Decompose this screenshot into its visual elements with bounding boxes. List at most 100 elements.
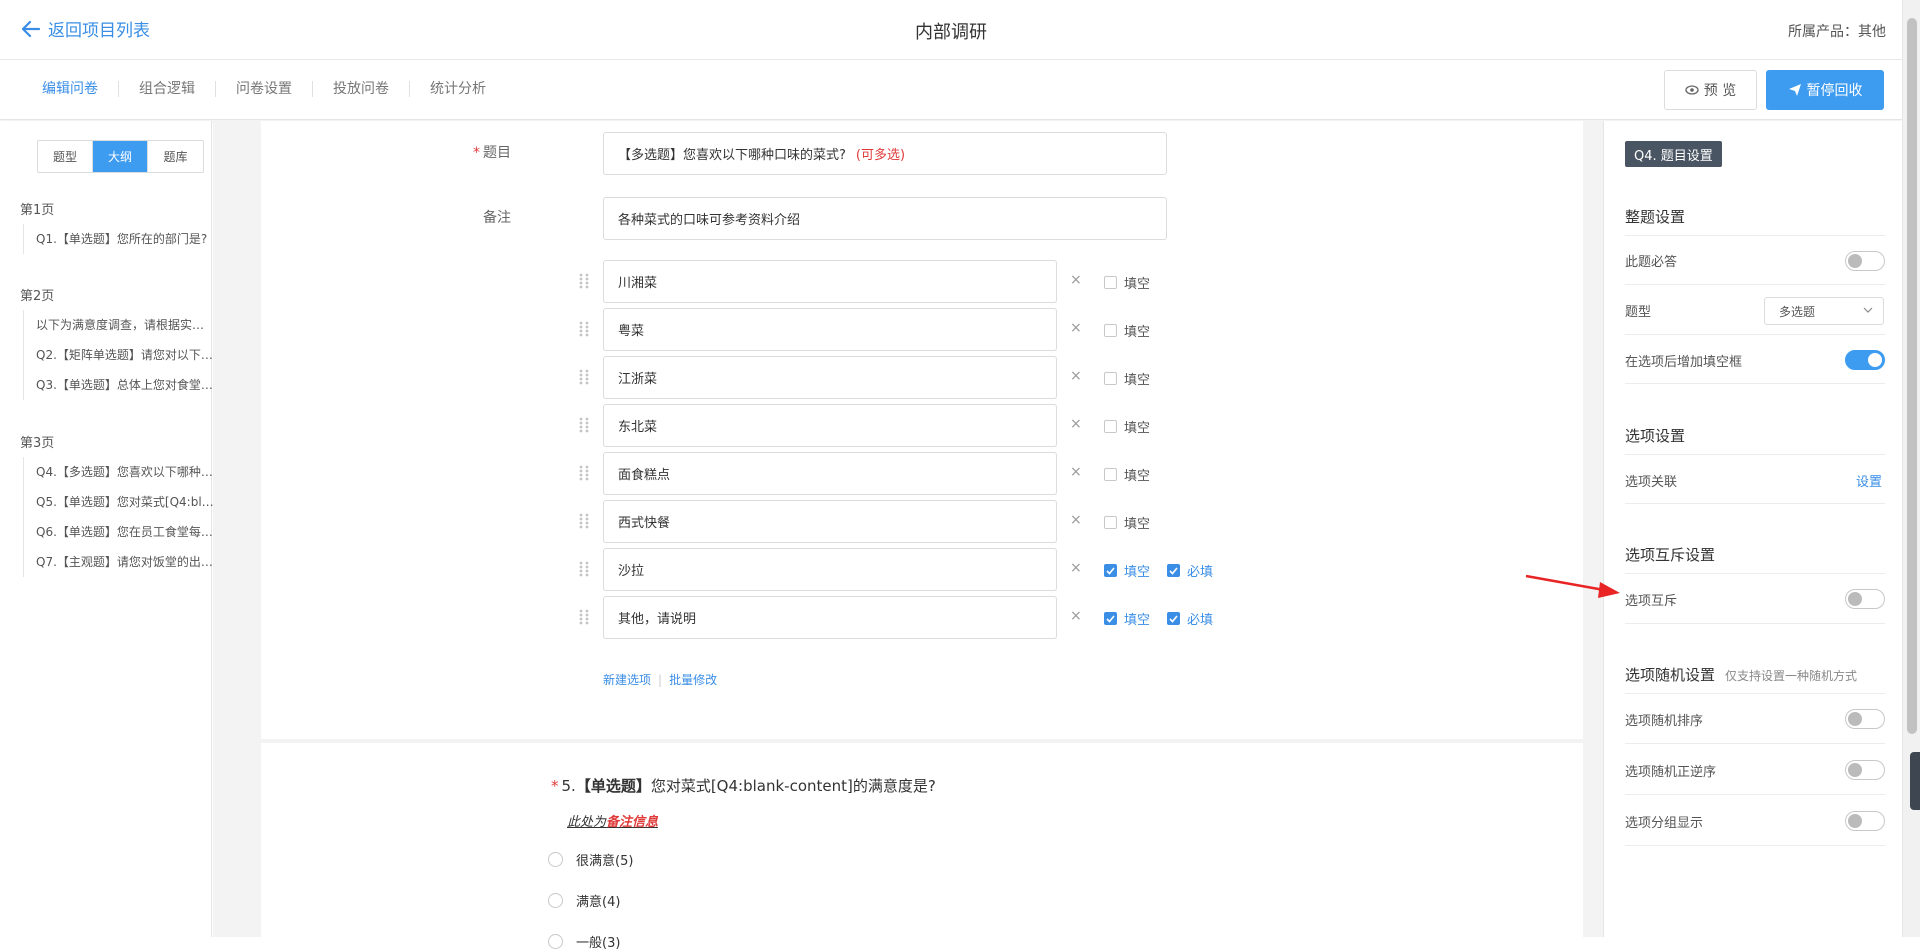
divider [1625, 235, 1885, 236]
drag-handle-icon [579, 465, 589, 481]
page-group: Q4.【多选题】您喜欢以下哪种口味的菜式? Q5.【单选题】您对菜式[Q4:bl… [23, 457, 214, 577]
checkbox-box [1104, 276, 1117, 289]
fill-checkbox[interactable]: 填空 [1104, 465, 1150, 484]
drag-handle[interactable] [579, 273, 589, 289]
tab-publish[interactable]: 投放问卷 [313, 81, 410, 97]
option-input[interactable]: 其他，请说明 [603, 596, 1057, 639]
remove-option-icon[interactable]: × [1070, 464, 1082, 480]
option-input[interactable]: 西式快餐 [603, 500, 1057, 543]
question-preview-card [261, 743, 1583, 937]
drag-handle-icon [579, 609, 589, 625]
tab-settings[interactable]: 问卷设置 [216, 81, 313, 97]
option-input[interactable]: 沙拉 [603, 548, 1057, 591]
side-widget-tab[interactable] [1910, 752, 1920, 810]
checkbox-box [1104, 564, 1117, 577]
option-input[interactable]: 江浙菜 [603, 356, 1057, 399]
remove-option-icon[interactable]: × [1070, 608, 1082, 624]
option-link-settings[interactable]: 设置 [1856, 471, 1882, 490]
mutex-label: 选项互斥 [1625, 594, 1678, 609]
fill-checkbox[interactable]: 填空 [1104, 417, 1150, 436]
divider [1625, 383, 1885, 384]
preview-button[interactable]: 预 览 [1664, 70, 1757, 110]
radio-option[interactable]: 一般(3) [548, 932, 620, 951]
batch-edit-link[interactable]: 批量修改 [669, 671, 717, 688]
fill-checkbox[interactable]: 填空 [1104, 321, 1150, 340]
whole-settings-title: 整题设置 [1625, 208, 1686, 226]
divider [1625, 284, 1885, 285]
list-item[interactable]: Q1.【单选题】您所在的部门是? [24, 224, 214, 254]
drag-handle[interactable] [579, 417, 589, 433]
page-group: 以下为满意度调查，请根据实际情况选择 Q2.【矩阵单选题】请您对以下菜品评价 Q… [23, 310, 214, 400]
remove-option-icon[interactable]: × [1070, 560, 1082, 576]
mutex-toggle[interactable] [1845, 589, 1885, 609]
drag-handle-icon [579, 513, 589, 529]
list-item[interactable]: Q3.【单选题】总体上您对食堂满意吗 [24, 370, 214, 400]
remove-option-icon[interactable]: × [1070, 320, 1082, 336]
list-item[interactable]: Q5.【单选题】您对菜式[Q4:blank-content]的满意度是? [24, 487, 214, 517]
tab-logic[interactable]: 组合逻辑 [119, 81, 216, 97]
drag-handle[interactable] [579, 561, 589, 577]
divider [1625, 743, 1885, 744]
panel-switcher: 题型 大纲 题库 [37, 140, 204, 173]
tab-edit[interactable]: 编辑问卷 [22, 81, 119, 97]
remove-option-icon[interactable]: × [1070, 416, 1082, 432]
list-item[interactable]: Q6.【单选题】您在员工食堂每周就餐次数 [24, 517, 214, 547]
radio-option[interactable]: 很满意(5) [548, 850, 633, 869]
option-input[interactable]: 面食糕点 [603, 452, 1057, 495]
required-checkbox[interactable]: 必填 [1167, 561, 1213, 580]
required-label: 此题必答 [1625, 255, 1678, 270]
option-input[interactable]: 川湘菜 [603, 260, 1057, 303]
pause-collection-button[interactable]: 暂停回收 [1766, 70, 1884, 110]
option-input[interactable]: 粤菜 [603, 308, 1057, 351]
remove-option-icon[interactable]: × [1070, 272, 1082, 288]
type-select[interactable]: 多选题 [1764, 297, 1884, 325]
segment-outline[interactable]: 大纲 [93, 141, 148, 172]
drag-handle-icon [579, 369, 589, 385]
divider [1625, 503, 1885, 504]
survey-title: 内部调研 [915, 22, 987, 43]
checkbox-box [1104, 516, 1117, 529]
drag-handle[interactable] [579, 513, 589, 529]
title-input[interactable]: 【多选题】您喜欢以下哪种口味的菜式? (可多选) [603, 132, 1167, 175]
fill-checkbox[interactable]: 填空 [1104, 513, 1150, 532]
fill-checkbox[interactable]: 填空 [1104, 609, 1150, 628]
required-checkbox[interactable]: 必填 [1167, 609, 1213, 628]
chevron-down-icon [1863, 307, 1873, 313]
drag-handle[interactable] [579, 321, 589, 337]
drag-handle[interactable] [579, 369, 589, 385]
group-display-toggle[interactable] [1845, 811, 1885, 831]
checkbox-box [1104, 420, 1117, 433]
drag-handle-icon [579, 321, 589, 337]
random-sort-toggle[interactable] [1845, 709, 1885, 729]
radio-circle [548, 852, 563, 867]
eye-icon [1685, 85, 1699, 95]
tab-stats[interactable]: 统计分析 [410, 81, 506, 97]
note-input[interactable]: 各种菜式的口味可参考资料介绍 [603, 197, 1167, 240]
drag-handle[interactable] [579, 609, 589, 625]
radio-option[interactable]: 满意(4) [548, 891, 620, 910]
required-toggle[interactable] [1845, 251, 1885, 271]
preview-label: 预 览 [1703, 83, 1737, 99]
segment-types[interactable]: 题型 [38, 141, 93, 172]
list-item[interactable]: 以下为满意度调查，请根据实际情况选择 [24, 310, 214, 340]
fill-checkbox[interactable]: 填空 [1104, 369, 1150, 388]
remove-option-icon[interactable]: × [1070, 512, 1082, 528]
remove-option-icon[interactable]: × [1070, 368, 1082, 384]
segment-library[interactable]: 题库 [148, 141, 203, 172]
tab-bar: 编辑问卷 组合逻辑 问卷设置 投放问卷 统计分析 预 览 暂停回收 [0, 60, 1902, 120]
list-item[interactable]: Q7.【主观题】请您对饭堂的出品提建议 [24, 547, 214, 577]
fill-checkbox[interactable]: 填空 [1104, 273, 1150, 292]
list-item[interactable]: Q4.【多选题】您喜欢以下哪种口味的菜式? [24, 457, 214, 487]
option-input[interactable]: 东北菜 [603, 404, 1057, 447]
note-field-label: 备注 [483, 210, 511, 226]
divider [1625, 845, 1885, 846]
drag-handle[interactable] [579, 465, 589, 481]
new-option-link[interactable]: 新建选项 [603, 671, 651, 688]
list-item[interactable]: Q2.【矩阵单选题】请您对以下菜品评价 [24, 340, 214, 370]
option-actions: 新建选项 | 批量修改 [603, 671, 718, 688]
type-label: 题型 [1625, 305, 1652, 320]
random-reverse-toggle[interactable] [1845, 760, 1885, 780]
title-value: 【多选题】您喜欢以下哪种口味的菜式? [618, 148, 846, 163]
fill-after-toggle[interactable] [1845, 350, 1885, 370]
fill-checkbox[interactable]: 填空 [1104, 561, 1150, 580]
